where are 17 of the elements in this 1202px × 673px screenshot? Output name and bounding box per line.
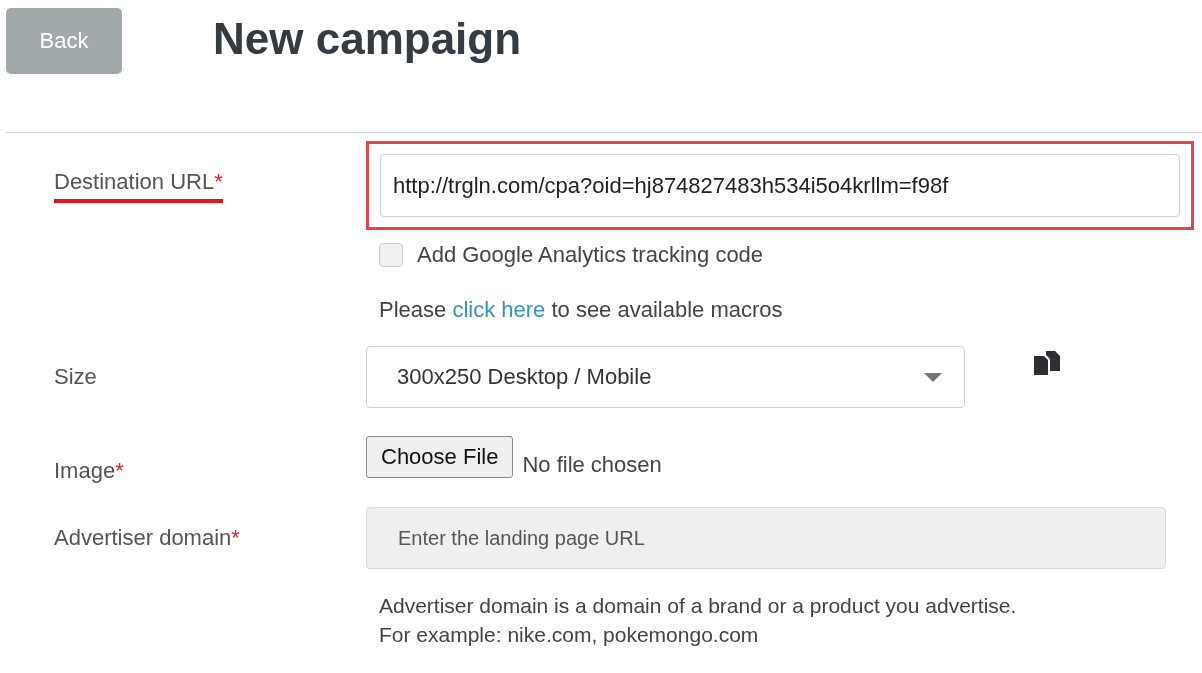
page-title: New campaign	[213, 14, 522, 64]
field-label: Advertiser domain*	[54, 525, 240, 550]
url-field[interactable]: http://trgln.com/cpa?oid=hj874827483h534i5o4krllm=f98f	[380, 154, 1180, 217]
field-label: Size	[54, 364, 97, 389]
copy-icon[interactable]	[1034, 351, 1060, 375]
underlined-field-label: Destination URL*	[54, 168, 223, 203]
help-text: Advertiser domain is a domain of a brand or a product you advertise.	[379, 593, 1017, 619]
checkbox-label: Add Google Analytics tracking code	[417, 242, 764, 268]
macros-note: Please click here to see available macros	[379, 297, 783, 323]
field-label: Image*	[54, 458, 124, 483]
choose-file-button[interactable]: Choose File	[366, 436, 514, 478]
size-dropdown[interactable]: 300x250 Desktop / Mobile	[366, 346, 965, 408]
domain-field[interactable]: Enter the landing page URL	[366, 507, 1166, 569]
help-text: For example: nike.com, pokemongo.com	[379, 622, 759, 648]
file-status: No file chosen	[522, 452, 662, 478]
caret-icon	[924, 372, 942, 382]
checkbox[interactable]	[379, 243, 403, 267]
